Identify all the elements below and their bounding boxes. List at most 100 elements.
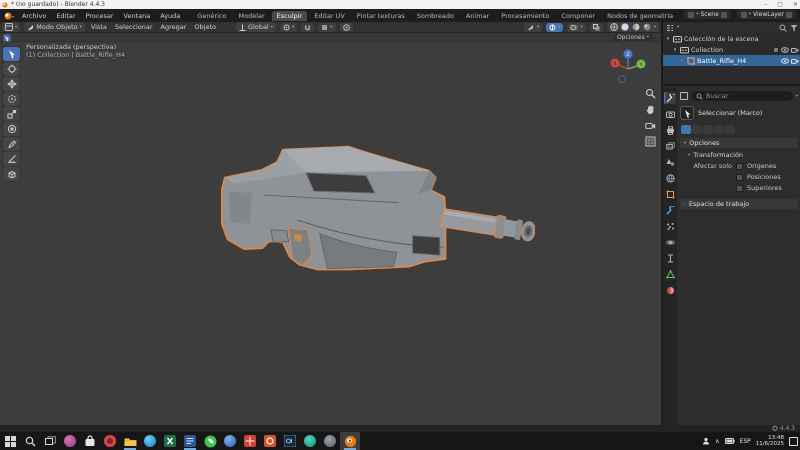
tab-particles[interactable] [664,220,676,232]
hide-eye-icon[interactable] [781,46,789,54]
language-indicator[interactable]: ESP [740,438,751,445]
taskbar-search-button[interactable] [20,432,40,450]
select-mode-subtract[interactable] [703,125,713,134]
tool-cursor[interactable] [3,62,20,76]
transform-orientation-selector[interactable]: Global▾ [236,22,276,32]
properties-search-input[interactable]: Buscar [691,91,793,101]
tab-editar-uv[interactable]: Editar UV [309,11,350,21]
mode-selector[interactable]: Modo Objeto▾ [24,22,85,32]
gizmos-toggle[interactable]: ▾ [546,23,563,32]
viewlayer-selector[interactable]: ▾ViewLayer [737,10,796,19]
close-icon[interactable]: ✕ [793,1,798,8]
tab-modelar[interactable]: Modelar [233,11,269,21]
section-workspace[interactable]: › Espacio de trabajo [680,199,798,209]
search-icon[interactable] [779,24,787,32]
notification-center-icon[interactable] [789,437,798,446]
tray-person-icon[interactable] [702,437,710,445]
tool-move[interactable] [3,77,20,91]
active-tool-icon[interactable] [3,34,11,42]
pan-hand-icon[interactable] [645,104,656,115]
tab-constraints[interactable] [664,252,676,264]
taskbar-photoshop[interactable] [280,432,300,450]
taskbar-app-orange-box[interactable] [260,432,280,450]
tab-sombreado[interactable]: Sombreado [412,11,459,21]
tool-transform[interactable] [3,122,20,136]
shading-solid-icon[interactable] [621,23,629,31]
taskbar-whatsapp[interactable] [200,432,220,450]
tool-annotate[interactable] [3,137,20,151]
tab-object-data[interactable] [664,268,676,280]
taskbar-app-blue-sphere[interactable] [220,432,240,450]
gizmo-minus-z-axis[interactable] [619,76,626,83]
filter-icon[interactable] [790,24,798,32]
shading-wireframe-icon[interactable] [610,23,618,31]
outliner-row-battle-rifle[interactable]: › Battle_Rifle_H4 [663,55,800,66]
tab-animar[interactable]: Animar [461,11,494,21]
camera-view-icon[interactable] [645,120,656,131]
select-mode-invert[interactable] [714,125,724,134]
proportional-edit-toggle[interactable] [340,23,353,32]
tool-select-box[interactable] [3,47,20,61]
xray-toggle[interactable] [590,23,603,32]
tool-options-dropdown[interactable]: Opciones▾ [613,34,653,41]
menu-seleccionar[interactable]: Seleccionar [111,23,157,31]
shading-rendered-icon[interactable] [643,23,651,31]
tab-tool[interactable] [664,92,676,104]
menu-ventana[interactable]: Ventana [119,12,156,20]
tab-scene[interactable] [664,156,676,168]
taskbar-app-teal[interactable] [300,432,320,450]
menu-agregar[interactable]: Agregar [157,23,191,31]
tab-physics[interactable] [664,236,676,248]
taskbar-app-red-ring[interactable] [100,432,120,450]
menu-vista[interactable]: Vista [87,23,111,31]
menu-editar[interactable]: Editar [51,12,80,20]
taskbar-app-gray[interactable] [320,432,340,450]
selectability-visibility-dropdown[interactable]: ▾ [524,23,542,32]
menu-objeto[interactable]: Objeto [190,23,220,31]
shading-material-icon[interactable] [632,23,640,31]
render-camera-icon[interactable] [791,46,799,54]
tab-pintar-texturas[interactable]: Pintar texturas [352,11,410,21]
select-mode-set[interactable] [681,125,691,134]
section-options[interactable]: ▾ Opciones [680,138,798,148]
taskbar-word[interactable] [180,432,200,450]
minimize-icon[interactable]: – [764,1,767,8]
tab-modifiers[interactable] [664,204,676,216]
new-viewlayer-icon[interactable] [786,12,792,18]
tab-view-layer[interactable] [664,140,676,152]
navigation-gizmo[interactable]: Z X Y [607,45,649,89]
editor-type-button[interactable]: ▾ [2,22,20,32]
editor-outliner-icon[interactable] [666,24,674,32]
active-tool-button[interactable] [680,106,694,120]
exclude-checkbox[interactable] [773,47,779,53]
zoom-icon[interactable] [645,88,656,99]
tab-object[interactable] [664,188,676,200]
outliner-row-collection[interactable]: ▾ Collection [663,44,800,55]
tool-measure[interactable] [3,152,20,166]
scene-selector[interactable]: ▾Scene [684,10,731,19]
tray-expand-chevron[interactable]: ∧ [715,438,719,445]
3d-viewport[interactable]: Opciones▾ Personalizada (perspectiva) (1… [0,33,661,425]
menu-archivo[interactable]: Archivo [17,12,51,20]
tab-nodos-geometria[interactable]: Nodos de geometría [602,11,678,21]
overlays-toggle[interactable]: ▾ [567,23,585,32]
taskbar-app-store[interactable] [80,432,100,450]
perspective-grid-icon[interactable] [645,136,656,147]
select-mode-intersect[interactable] [725,125,735,134]
tool-scale[interactable] [3,107,20,121]
taskbar-file-explorer[interactable] [120,432,140,450]
taskbar-blender[interactable] [340,432,360,450]
outliner-row-scene-collection[interactable]: ▾ Colección de la escena [663,33,800,44]
render-camera-icon[interactable] [791,57,799,65]
maximize-icon[interactable]: ▢ [777,1,783,8]
menu-procesar[interactable]: Procesar [81,12,119,20]
clock[interactable]: 13:48 11/6/2025 [756,435,784,447]
tool-add-cube[interactable] [3,167,20,181]
taskbar-excel[interactable] [160,432,180,450]
select-mode-extend[interactable] [692,125,702,134]
tab-generico[interactable]: Genérico [192,11,231,21]
blender-menu-logo-icon[interactable]: ▾ [3,12,14,20]
taskbar-app-pink[interactable] [60,432,80,450]
tab-world[interactable] [664,172,676,184]
parents-checkbox[interactable] [736,185,743,192]
